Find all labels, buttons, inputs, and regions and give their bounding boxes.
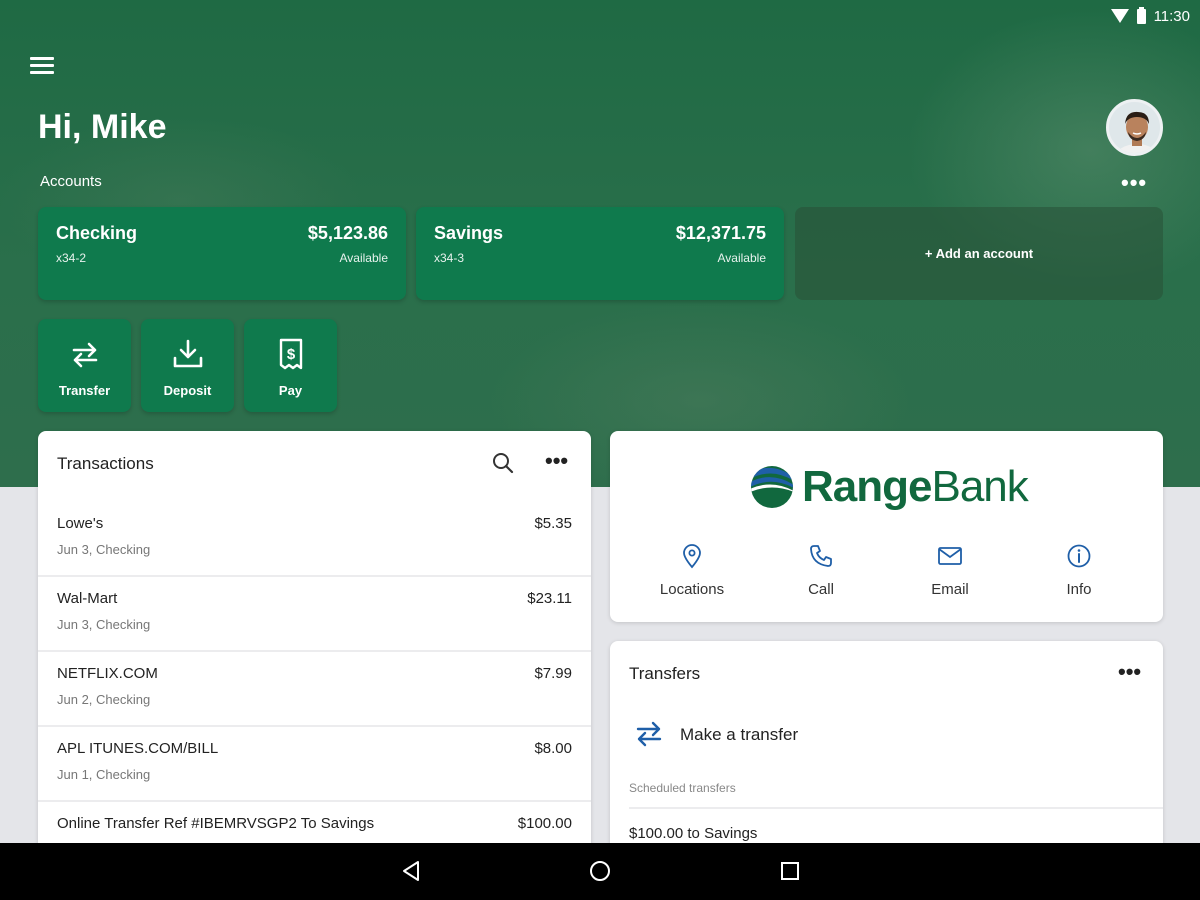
account-balance-label: Available [717, 251, 766, 265]
status-time: 11:30 [1153, 7, 1190, 25]
account-number: x34-3 [434, 251, 465, 265]
location-pin-icon [683, 544, 701, 569]
make-transfer-label: Make a transfer [680, 725, 799, 744]
transaction-amount: $23.11 [527, 590, 572, 607]
account-number: x34-2 [56, 251, 87, 265]
transactions-more-button[interactable]: ••• [545, 448, 568, 474]
email-button[interactable]: Email [890, 543, 1010, 598]
account-card-checking[interactable]: Checking x34-2 $5,123.86 Available [38, 207, 406, 300]
avatar[interactable] [1106, 99, 1163, 156]
transactions-card: Transactions Lowe's Jun 3, Checking $5.3… [38, 431, 591, 861]
account-balance-label: Available [339, 251, 388, 265]
account-card-savings[interactable]: Savings x34-3 $12,371.75 Available [416, 207, 784, 300]
transaction-row[interactable]: Wal-Mart Jun 3, Checking $23.11 [38, 577, 591, 652]
transfers-card: Transfers ••• Make a transfer Scheduled … [610, 641, 1163, 861]
bank-card: RangeBank Locations Call Email Info [610, 431, 1163, 622]
bank-name-light: Bank [931, 462, 1028, 511]
info-label: Info [1066, 581, 1092, 598]
make-transfer-button[interactable]: Make a transfer [632, 715, 932, 755]
wifi-icon [1110, 9, 1129, 23]
transaction-row[interactable]: Lowe's Jun 3, Checking $5.35 [38, 502, 591, 577]
transfer-icon [636, 721, 662, 747]
transaction-name: Wal-Mart [57, 590, 118, 607]
accounts-more-button[interactable]: ••• [1121, 170, 1147, 196]
scheduled-transfer-item[interactable]: $100.00 to Savings [629, 825, 757, 842]
deposit-icon [173, 339, 203, 368]
bank-logo: RangeBank [750, 462, 1029, 512]
account-name: Savings [434, 223, 504, 243]
transaction-row[interactable]: APL ITUNES.COM/BILL Jun 1, Checking $8.0… [38, 727, 591, 802]
transfer-icon [72, 342, 98, 368]
bank-name: RangeBank [802, 462, 1029, 512]
add-account-button[interactable]: + Add an account [795, 207, 1163, 300]
transactions-title: Transactions [57, 454, 154, 473]
transaction-amount: $5.35 [534, 515, 572, 532]
search-icon[interactable] [491, 451, 515, 475]
battery-icon [1136, 6, 1146, 24]
transaction-row[interactable]: NETFLIX.COM Jun 2, Checking $7.99 [38, 652, 591, 727]
transaction-detail: Jun 3, Checking [57, 542, 151, 557]
pay-button[interactable]: $ Pay [244, 319, 337, 412]
transaction-name: NETFLIX.COM [57, 665, 158, 682]
pay-icon: $ [279, 338, 303, 370]
system-nav-bar [0, 843, 1200, 900]
greeting: Hi, Mike [38, 108, 167, 146]
info-icon [1067, 544, 1091, 568]
call-label: Call [808, 581, 834, 598]
transaction-detail: Jun 3, Checking [57, 617, 151, 632]
deposit-button[interactable]: Deposit [141, 319, 234, 412]
accounts-label: Accounts [40, 173, 102, 190]
bank-name-bold: Range [802, 462, 932, 511]
account-balance: $5,123.86 [307, 223, 388, 243]
recents-icon[interactable] [779, 860, 801, 882]
phone-icon [810, 545, 832, 567]
transaction-name: Lowe's [57, 515, 104, 532]
divider [629, 807, 1163, 809]
locations-button[interactable]: Locations [632, 543, 752, 598]
svg-text:$: $ [287, 346, 296, 363]
bank-logo-icon [751, 466, 793, 508]
transfers-title: Transfers [629, 664, 701, 683]
call-button[interactable]: Call [761, 543, 881, 598]
account-balance: $12,371.75 [675, 223, 766, 243]
pay-label: Pay [278, 383, 303, 398]
transfer-button[interactable]: Transfer [38, 319, 131, 412]
deposit-label: Deposit [163, 383, 212, 398]
transfer-label: Transfer [58, 383, 111, 398]
transaction-amount: $100.00 [517, 815, 572, 832]
email-icon [938, 547, 962, 565]
back-icon[interactable] [400, 860, 422, 882]
transaction-amount: $7.99 [534, 665, 572, 682]
home-icon[interactable] [589, 860, 611, 882]
locations-label: Locations [659, 581, 725, 598]
status-bar: 11:30 [1110, 4, 1190, 28]
transaction-name: APL ITUNES.COM/BILL [57, 740, 219, 757]
transaction-detail: Jun 1, Checking [57, 767, 151, 782]
transaction-name: Online Transfer Ref #IBEMRVSGP2 To Savin… [57, 815, 375, 832]
transaction-detail: Jun 2, Checking [57, 692, 151, 707]
scheduled-transfers-label: Scheduled transfers [629, 781, 736, 795]
email-label: Email [931, 581, 969, 598]
info-button[interactable]: Info [1019, 543, 1139, 598]
transfers-more-button[interactable]: ••• [1118, 659, 1141, 685]
transaction-amount: $8.00 [534, 740, 572, 757]
menu-icon[interactable] [30, 54, 56, 76]
account-name: Checking [56, 223, 138, 243]
